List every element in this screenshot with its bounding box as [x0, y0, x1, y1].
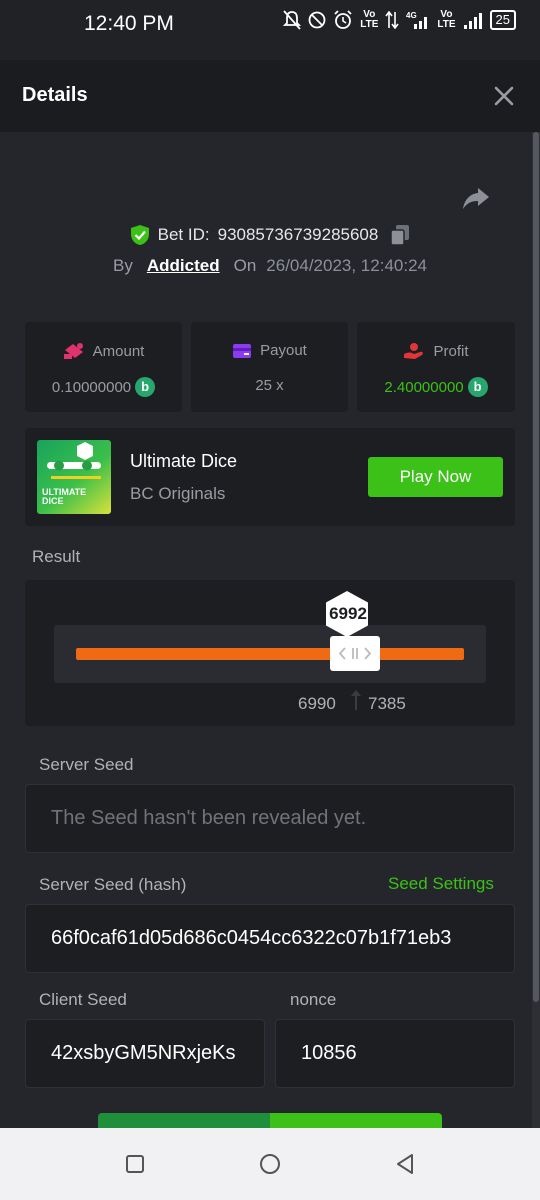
amount-value: 0.10000000 [51, 378, 132, 396]
profit-icon [404, 343, 424, 359]
bc-coin-icon: b [135, 377, 156, 397]
close-icon[interactable] [492, 84, 516, 108]
share-icon[interactable] [462, 186, 490, 210]
battery-icon: 25 [489, 10, 516, 30]
game-thumb-text: ULTIMATE DICE [42, 487, 87, 506]
game-card: ULTIMATE DICE Ultimate Dice BC Originals… [25, 428, 515, 526]
status-icons: Vo LTE 4G Vo LTE 25 [283, 10, 516, 30]
seed-settings-link[interactable]: Seed Settings [388, 874, 494, 894]
server-seed-field[interactable]: The Seed hasn't been revealed yet. [25, 784, 515, 853]
username-link[interactable]: Addicted [147, 256, 220, 276]
do-not-disturb-icon [308, 11, 326, 29]
client-seed-field[interactable]: 42xsbyGM5NRxjeKs [25, 1019, 265, 1088]
bet-datetime: 26/04/2023, 12:40:24 [266, 256, 427, 275]
range-pointer-icon [351, 690, 361, 710]
game-thumbnail[interactable]: ULTIMATE DICE [37, 440, 111, 514]
game-name: Ultimate Dice [130, 451, 238, 471]
status-time: 12:40 PM [84, 12, 174, 35]
amount-icon [63, 343, 83, 359]
drag-handle-icon [338, 647, 372, 660]
details-header: Details [0, 60, 540, 132]
bc-coin-icon: b [467, 377, 488, 397]
status-bar: 12:40 PM Vo LTE 4G Vo LTE 25 [0, 0, 540, 60]
result-panel: 6992 6990 7385 [25, 580, 515, 726]
copy-icon[interactable] [390, 224, 410, 246]
result-label: Result [32, 547, 81, 566]
svg-text:4G: 4G [406, 11, 417, 20]
game-provider: BC Originals [130, 484, 226, 503]
volte-icon: Vo LTE [360, 9, 379, 30]
nonce-value: 10856 [301, 1042, 357, 1064]
alarm-icon [334, 10, 352, 29]
slider-range-bar[interactable] [76, 648, 464, 660]
play-now-button[interactable]: Play Now [368, 457, 503, 497]
payout-label: Payout [260, 342, 307, 359]
on-label: On [233, 256, 257, 275]
bet-author-row: By Addicted On 26/04/2023, 12:40:24 [0, 256, 540, 276]
system-nav-bar [0, 1128, 540, 1200]
profit-value: 2.40000000 [384, 378, 464, 396]
server-seed-placeholder: The Seed hasn't been revealed yet. [51, 807, 367, 829]
nonce-label: nonce [290, 990, 337, 1009]
nonce-field[interactable]: 10856 [275, 1019, 515, 1088]
by-label: By [113, 256, 133, 275]
bet-id-row: Bet ID: 93085736739285608 [0, 224, 540, 246]
result-value: 6992 [329, 604, 367, 623]
bet-id-label: Bet ID: [157, 225, 210, 244]
amount-label: Amount [92, 342, 145, 360]
wallet-icon [233, 343, 252, 358]
back-icon[interactable] [393, 1152, 417, 1176]
recent-apps-icon[interactable] [123, 1152, 147, 1176]
server-seed-hash-field[interactable]: 66f0caf61d05d686c0454cc6322c07b1f71eb3 [25, 904, 515, 973]
verified-shield-icon [130, 225, 149, 245]
server-seed-label: Server Seed [39, 755, 134, 774]
server-seed-hash-value: 66f0caf61d05d686c0454cc6322c07b1f71eb3 [51, 927, 452, 949]
signal-icon [463, 13, 482, 29]
slider-handle[interactable] [330, 636, 380, 671]
bet-id-value: 93085736739285608 [217, 225, 379, 244]
range-low: 6990 [298, 694, 336, 713]
notifications-off-icon [283, 10, 302, 30]
amount-card: Amount 0.10000000 b [25, 322, 182, 412]
signal-4g-icon: 4G [406, 11, 428, 29]
client-seed-value: 42xsbyGM5NRxjeKs [51, 1042, 236, 1064]
home-icon[interactable] [258, 1152, 282, 1176]
profit-card: Profit 2.40000000 b [357, 322, 515, 412]
page-title: Details [22, 84, 88, 106]
range-high: 7385 [368, 694, 406, 713]
volte-icon-2: Vo LTE [437, 9, 456, 30]
profit-label: Profit [433, 342, 469, 360]
server-seed-hash-label: Server Seed (hash) [39, 875, 187, 894]
dice-slider-graphic [47, 442, 101, 479]
data-transfer-icon [385, 11, 400, 29]
client-seed-label: Client Seed [39, 990, 127, 1009]
payout-value: 25 x [255, 377, 284, 394]
payout-card: Payout 25 x [191, 322, 348, 412]
